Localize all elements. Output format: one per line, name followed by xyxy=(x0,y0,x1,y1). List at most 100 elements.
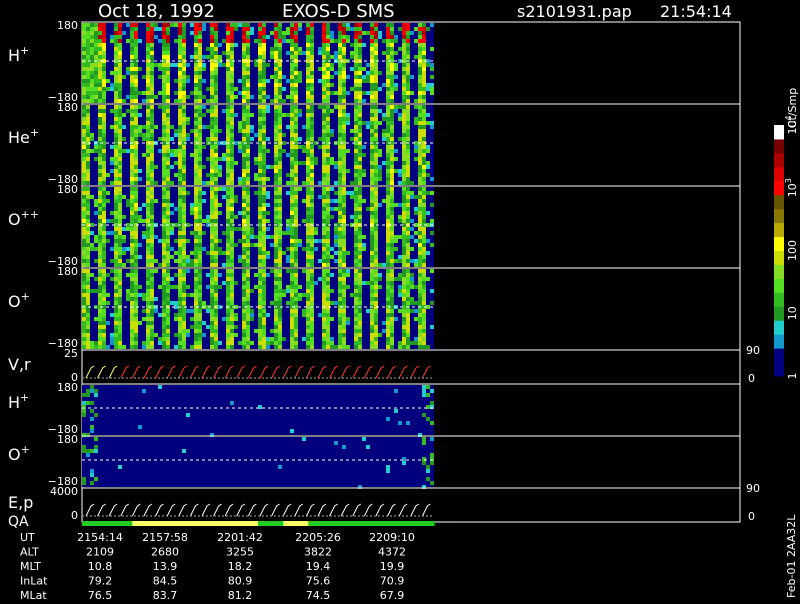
spectrogram-cell xyxy=(374,43,378,47)
spectrogram-cell xyxy=(266,35,270,39)
spectrogram-cell xyxy=(322,121,326,125)
spectrogram-cell xyxy=(322,35,326,39)
spectrogram-cell xyxy=(422,191,426,195)
spectrogram-cell xyxy=(390,329,394,333)
table-cell: 3255 xyxy=(226,546,254,559)
spectrogram-cell xyxy=(214,273,218,277)
spectrogram-cell xyxy=(310,125,314,129)
spectrogram-cell xyxy=(350,55,354,59)
spectrogram-cell xyxy=(214,129,218,133)
spectrogram-cell xyxy=(198,273,202,277)
spectrogram-cell xyxy=(294,263,298,267)
spectrogram-cell xyxy=(290,277,294,281)
spectrogram-cell xyxy=(418,219,422,223)
spectrogram-cell xyxy=(166,263,170,267)
spectrogram-cell xyxy=(410,281,414,285)
spectrogram-cell xyxy=(150,345,154,349)
spectrogram-cell xyxy=(342,35,346,39)
spectrogram-cell xyxy=(86,325,90,329)
spectrogram-cell xyxy=(294,247,298,251)
spectrogram-cell xyxy=(162,321,166,325)
spectrogram-cell xyxy=(90,71,94,75)
spectrogram-cell xyxy=(114,39,118,43)
spectrogram-cell xyxy=(210,297,214,301)
spectrogram-cell xyxy=(214,321,218,325)
spectrogram-cell xyxy=(374,345,378,349)
spectrogram-cell xyxy=(210,247,214,251)
spectrogram-cell xyxy=(122,75,126,79)
spectrogram-cell xyxy=(90,63,94,67)
spectrogram-cell xyxy=(194,173,198,177)
spectrogram-cell xyxy=(342,165,346,169)
spectrogram-cell xyxy=(210,191,214,195)
spectrogram-cell xyxy=(130,55,134,59)
spectrogram-cell xyxy=(122,227,126,231)
spectrogram-cell xyxy=(402,43,406,47)
spectrogram-cell xyxy=(182,35,186,39)
spectrogram-cell xyxy=(162,109,166,113)
spectrogram-cell xyxy=(386,259,390,263)
spectrogram-cell xyxy=(338,195,342,199)
spectrogram-cell xyxy=(374,173,378,177)
spectrogram-cell xyxy=(406,133,410,137)
spectrogram-cell xyxy=(422,121,426,125)
spectrogram-cell xyxy=(230,105,234,109)
spectrogram-cell xyxy=(358,145,362,149)
spectrogram-cell xyxy=(222,51,226,55)
spectrogram-cell xyxy=(118,219,122,223)
spectrogram-cell xyxy=(218,273,222,277)
spectrogram-cell xyxy=(82,281,86,285)
spectrogram-cell xyxy=(326,181,330,185)
spectrogram-cell xyxy=(338,95,342,99)
spectrogram-cell xyxy=(114,255,118,259)
spectrogram-cell xyxy=(94,389,98,393)
spectrogram-cell xyxy=(294,281,298,285)
spectrogram-cell xyxy=(290,207,294,211)
spectrogram-cell xyxy=(394,203,398,207)
spectrogram-cell xyxy=(82,129,86,133)
spectrogram-cell xyxy=(390,117,394,121)
y-max-label: 25 xyxy=(64,347,78,360)
spectrogram-cell xyxy=(210,255,214,259)
spectrogram-cell xyxy=(98,133,102,137)
spectrogram-cell xyxy=(226,251,230,255)
spectrogram-cell xyxy=(222,281,226,285)
spectrogram-cell xyxy=(178,117,182,121)
spectrogram-cell xyxy=(234,23,238,27)
spectrogram-cell xyxy=(214,153,218,157)
spectrogram-cell xyxy=(378,285,382,289)
spectrogram-cell xyxy=(250,243,254,247)
spectrogram-cell xyxy=(102,181,106,185)
spectrogram-cell xyxy=(94,95,98,99)
spectrogram-cell xyxy=(98,345,102,349)
spectrogram-cell xyxy=(86,109,90,113)
spectrogram-cell xyxy=(414,145,418,149)
spectrogram-cell xyxy=(90,31,94,35)
spectrogram-cell xyxy=(306,313,310,317)
colorbar-swatch xyxy=(774,362,784,377)
spectrogram-cell xyxy=(94,23,98,27)
spectrogram-cell xyxy=(86,67,90,71)
spectrogram-cell xyxy=(374,247,378,251)
spectrogram-cell xyxy=(102,333,106,337)
spectrogram-cell xyxy=(354,337,358,341)
spectrogram-cell xyxy=(282,87,286,91)
spectrogram-cell xyxy=(386,231,390,235)
spectrogram-cell xyxy=(230,177,234,181)
spectrogram-cell xyxy=(374,215,378,219)
spectrogram-cell xyxy=(222,251,226,255)
spectrogram-cell xyxy=(354,321,358,325)
spectrogram-cell xyxy=(326,117,330,121)
spectrogram-cell xyxy=(194,121,198,125)
spectrogram-cell xyxy=(82,195,86,199)
spectrogram-cell xyxy=(198,251,202,255)
spectrogram-cell xyxy=(370,317,374,321)
spectrogram-cell xyxy=(190,91,194,95)
spectrogram-cell xyxy=(262,109,266,113)
spectrogram-cell xyxy=(406,75,410,79)
spectrogram-cell xyxy=(126,297,130,301)
spectrogram-cell xyxy=(370,75,374,79)
spectrogram-cell xyxy=(354,161,358,165)
spectrogram-cell xyxy=(178,313,182,317)
spectrogram-cell xyxy=(274,333,278,337)
